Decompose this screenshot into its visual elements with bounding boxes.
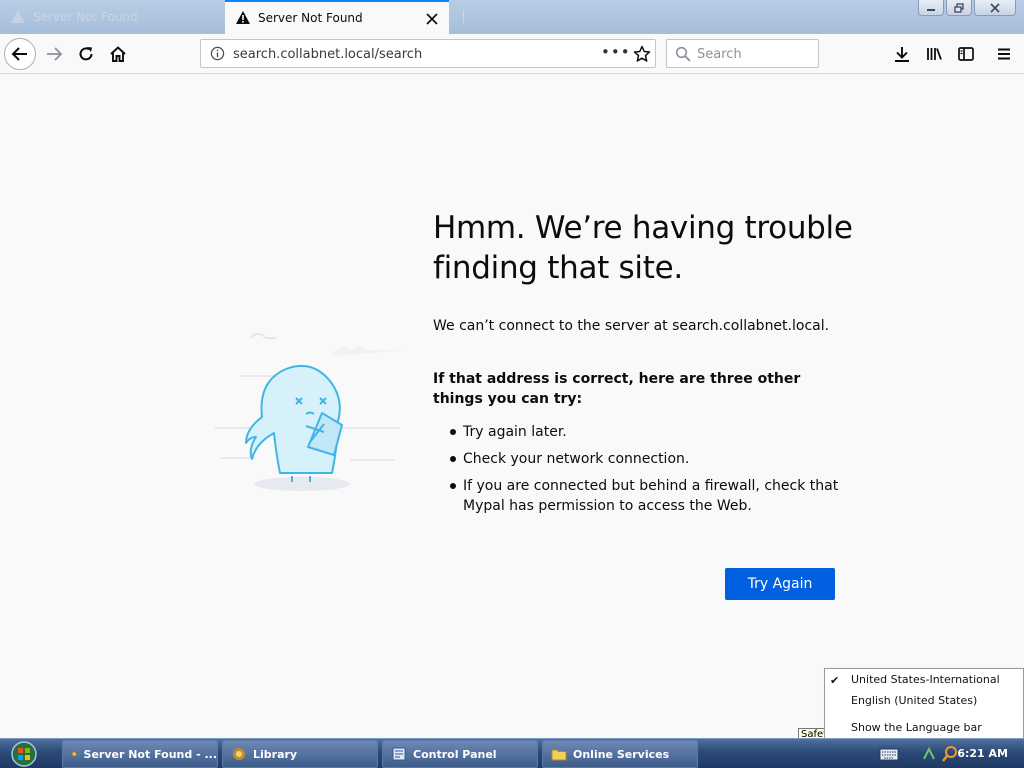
close-tab-icon[interactable] xyxy=(425,12,439,26)
close-icon xyxy=(990,2,1000,13)
taskbar-item-label: Server Not Found - ... xyxy=(83,747,217,761)
mypal-icon xyxy=(71,751,77,757)
back-button[interactable] xyxy=(4,38,36,70)
taskbar-item-label: Online Services xyxy=(573,747,670,761)
downloads-button[interactable] xyxy=(886,38,918,70)
taskbar: Server Not Found - ... Library Control P… xyxy=(0,738,1024,768)
restore-icon xyxy=(954,2,964,13)
taskbar-item-online-services[interactable]: Online Services xyxy=(542,740,698,768)
network-icon[interactable] xyxy=(921,746,937,762)
forward-button[interactable] xyxy=(38,38,70,70)
reload-icon xyxy=(79,47,93,61)
search-tray-icon[interactable] xyxy=(941,745,959,763)
taskbar-item-library[interactable]: Library xyxy=(222,740,378,768)
tab-server-not-found-active[interactable]: Server Not Found xyxy=(225,0,449,34)
url-bar[interactable]: search.collabnet.local/search ••• xyxy=(200,39,656,68)
taskbar-item-label: Control Panel xyxy=(413,747,497,761)
error-title: Hmm. We’re having trouble finding that s… xyxy=(433,210,853,286)
url-text[interactable]: search.collabnet.local/search xyxy=(233,47,422,62)
folder-icon xyxy=(551,749,567,761)
error-description: We can’t connect to the server at search… xyxy=(433,318,830,334)
back-arrow-icon xyxy=(11,47,27,61)
warning-icon xyxy=(236,11,250,24)
library-icon xyxy=(927,48,942,60)
search-placeholder: Search xyxy=(697,47,742,62)
tab-title: Server Not Found xyxy=(33,10,138,24)
menu-item-united-states-international[interactable]: United States-International xyxy=(851,673,1000,689)
error-dinosaur-illustration xyxy=(215,333,406,491)
page-actions-icon[interactable]: ••• xyxy=(601,43,631,61)
download-icon xyxy=(895,47,909,62)
tab-strip: Server Not Found Server Not Found xyxy=(0,0,1024,34)
menu-item-english-united-states[interactable]: English (United States) xyxy=(851,694,977,710)
control-panel-icon xyxy=(392,747,406,761)
mypal-icon xyxy=(233,748,245,760)
navigation-toolbar: search.collabnet.local/search ••• Search xyxy=(0,34,1024,74)
search-input[interactable]: Search xyxy=(666,39,819,68)
tab-separator xyxy=(463,10,464,24)
menu-button[interactable] xyxy=(988,38,1020,70)
system-tray: 6:21 AM xyxy=(875,739,1024,768)
warning-icon xyxy=(11,10,25,23)
try-again-button[interactable]: Try Again xyxy=(725,568,835,600)
suggestion-item: Check your network connection. xyxy=(433,449,843,469)
suggestions-list: Try again later. Check your network conn… xyxy=(433,422,843,523)
home-button[interactable] xyxy=(102,38,134,70)
close-window-button[interactable] xyxy=(974,0,1016,16)
forward-arrow-icon xyxy=(47,47,63,61)
search-icon xyxy=(675,46,691,62)
checkmark-icon: ✔ xyxy=(830,674,840,687)
sidebar-button[interactable] xyxy=(950,38,982,70)
start-button[interactable] xyxy=(8,740,40,768)
tab-title: Server Not Found xyxy=(258,11,363,25)
minimize-icon xyxy=(927,8,935,11)
keyboard-icon[interactable] xyxy=(879,746,899,762)
sidebar-icon xyxy=(958,47,974,61)
language-menu: ✔ United States-International English (U… xyxy=(824,668,1024,740)
menu-item-show-language-bar[interactable]: Show the Language bar xyxy=(851,721,982,737)
taskbar-item-control-panel[interactable]: Control Panel xyxy=(382,740,538,768)
restore-button[interactable] xyxy=(946,0,972,16)
home-icon xyxy=(110,46,126,62)
reload-button[interactable] xyxy=(70,38,102,70)
window-controls xyxy=(918,0,1016,16)
taskbar-item-server-not-found[interactable]: Server Not Found - ... xyxy=(62,740,218,768)
minimize-button[interactable] xyxy=(918,0,944,16)
suggestion-item: Try again later. xyxy=(433,422,843,442)
suggestions-heading: If that address is correct, here are thr… xyxy=(433,371,801,407)
clock[interactable]: 6:21 AM xyxy=(957,747,1008,760)
bookmark-star-icon[interactable] xyxy=(633,45,651,63)
hamburger-menu-icon xyxy=(998,48,1010,60)
library-button[interactable] xyxy=(918,38,950,70)
tab-server-not-found-inactive[interactable]: Server Not Found xyxy=(0,0,222,34)
suggestion-item: If you are connected but behind a firewa… xyxy=(433,476,843,516)
taskbar-item-label: Library xyxy=(253,747,298,761)
info-icon[interactable] xyxy=(210,46,225,61)
